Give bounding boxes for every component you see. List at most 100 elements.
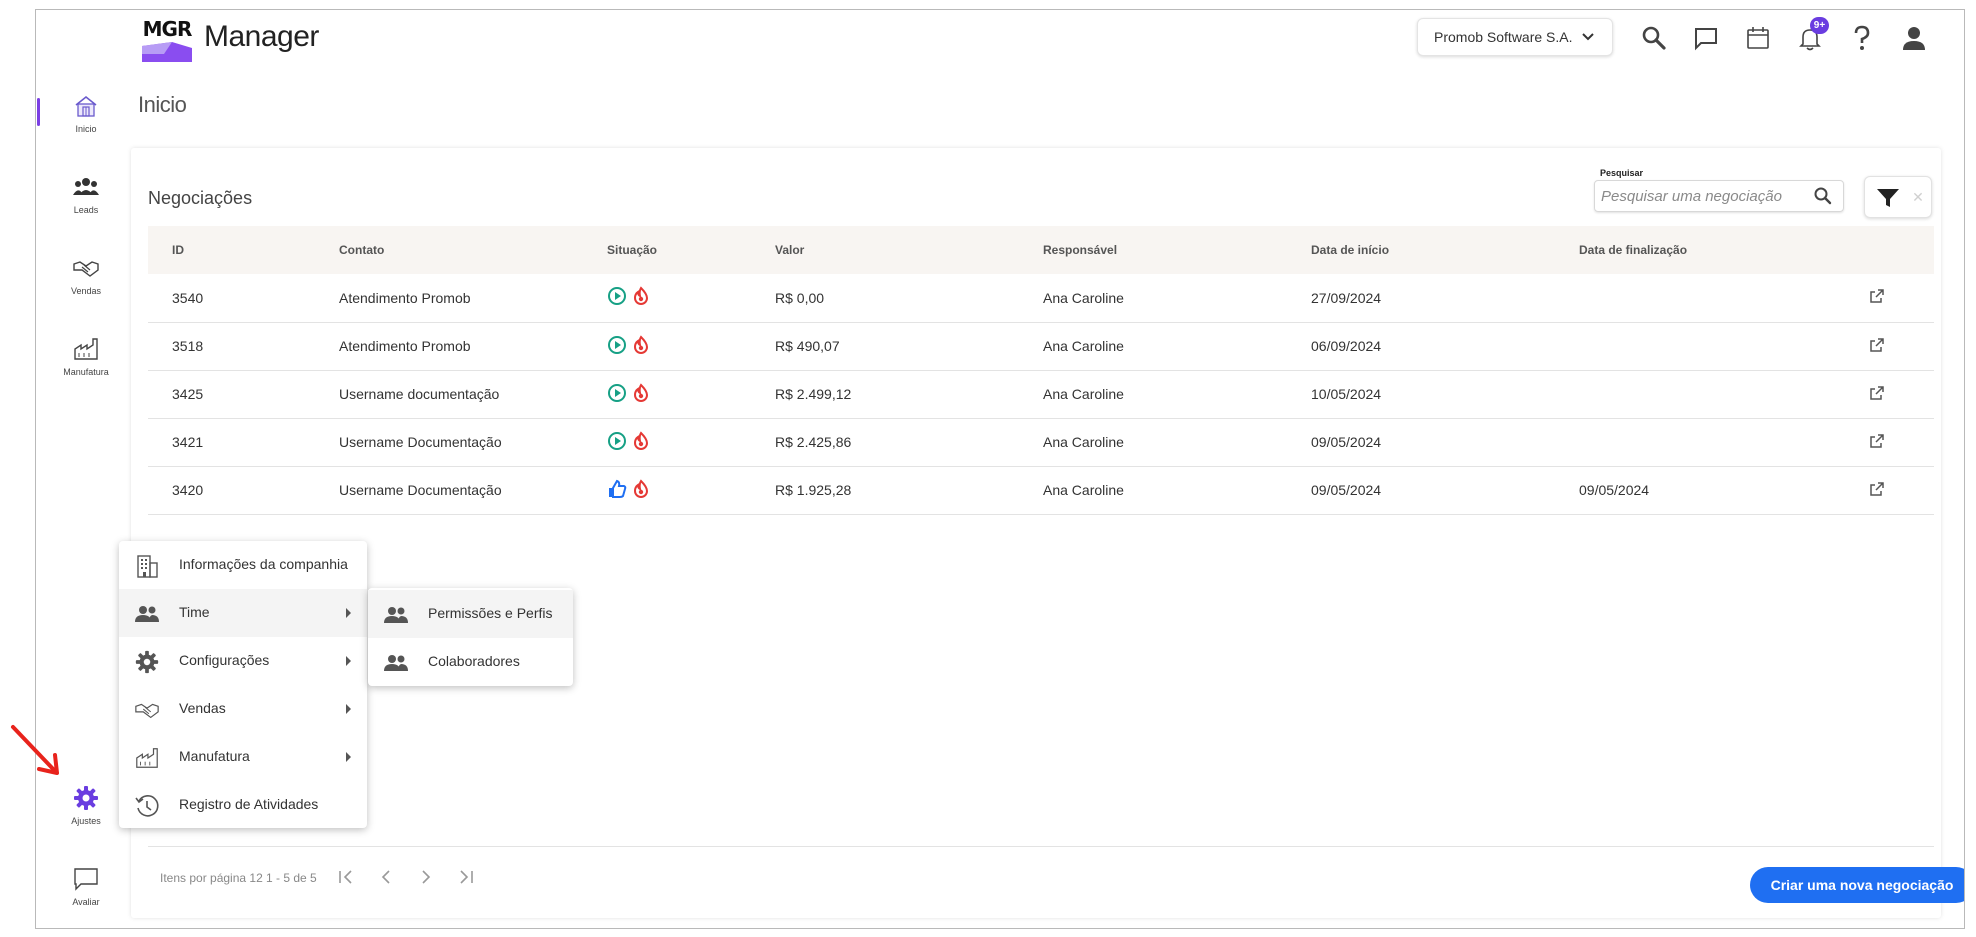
in-progress-icon [608,287,626,306]
cell-id: 3518 [148,322,315,371]
menu-item-vendas[interactable]: Vendas [119,685,367,733]
cell-data-finalizacao: 09/05/2024 [1555,466,1845,515]
cell-open [1845,418,1934,467]
search-icon[interactable] [1813,186,1833,206]
menu-item-label: Informações da companhia [179,556,348,572]
cell-responsavel: Ana Caroline [1019,274,1287,323]
cell-data-finalizacao [1555,274,1845,323]
sidebar-item-leads[interactable]: Leads [36,173,136,215]
table-row[interactable]: 3421 Username Documentação R$ 2.425,86 Ana … [148,418,1934,467]
calendar-icon[interactable] [1744,24,1772,52]
red-arrow-annotation [11,725,59,775]
filter-button[interactable]: ✕ [1864,176,1932,218]
search-icon[interactable] [1640,24,1668,52]
sidebar-item-vendas[interactable]: Vendas [36,254,136,296]
cell-data-inicio: 10/05/2024 [1287,370,1555,419]
submenu-item-permissoes[interactable]: Permissões e Perfis [368,590,573,638]
submenu-item-label: Colaboradores [428,653,520,669]
handshake-icon [73,261,99,277]
create-negotiation-button[interactable]: Criar uma nova negociação [1750,867,1964,903]
column-header[interactable]: Contato [315,226,583,274]
column-header[interactable]: Situação [583,226,751,274]
submenu-arrow-icon [346,656,351,666]
column-header[interactable]: Data de finalização [1555,226,1845,274]
cell-valor: R$ 1.925,28 [751,466,1019,515]
in-progress-icon [608,383,626,402]
menu-item-company-info[interactable]: Informações da companhia [119,541,367,589]
menu-item-label: Manufatura [179,748,250,764]
menu-item-time[interactable]: Time [119,589,367,637]
cell-id: 3421 [148,418,315,467]
app-title: Manager [204,20,319,53]
chat-icon[interactable] [1692,24,1720,52]
hot-lead-icon [633,430,649,450]
first-page-icon[interactable] [334,865,358,889]
previous-page-icon[interactable] [374,865,398,889]
footer-divider [148,846,1934,847]
menu-item-registro-atividades[interactable]: Registro de Atividades [119,781,367,829]
card-title: Negociações [148,188,253,208]
history-icon [135,795,159,817]
notification-badge: 9+ [1810,17,1829,34]
help-icon[interactable] [1848,24,1876,52]
hot-lead-icon [633,334,649,354]
app-logo: MGR [142,16,192,62]
cell-responsavel: Ana Caroline [1019,466,1287,515]
sidebar-item-manufatura[interactable]: Manufatura [36,335,136,377]
people-icon [135,606,159,622]
menu-item-label: Time [179,604,210,620]
people-icon [384,655,408,671]
column-header[interactable]: Valor [751,226,1019,274]
cell-situacao [583,370,751,419]
column-header[interactable]: Data de início [1287,226,1555,274]
chevron-down-icon [1581,33,1594,41]
cell-situacao [583,418,751,467]
sidebar-item-label: Avaliar [72,897,100,907]
company-name: Promob Software S.A. [1434,29,1573,45]
cell-contato: Username Documentação [315,418,583,467]
submenu-item-label: Permissões e Perfis [428,605,553,621]
column-header[interactable]: ID [148,226,315,274]
column-header[interactable]: Responsável [1019,226,1287,274]
open-external-icon[interactable] [1869,337,1885,353]
cell-open [1845,466,1934,515]
submenu-item-colaboradores[interactable]: Colaboradores [368,638,573,686]
table-row[interactable]: 3518 Atendimento Promob R$ 490,07 Ana Carol… [148,322,1934,371]
people-icon [73,178,99,195]
cell-situacao [583,322,751,371]
negociacoes-table: ID Contato Situação Valor Responsável Da… [148,226,1934,515]
search-input[interactable] [1601,185,1806,207]
sidebar-item-label: Inicio [75,124,97,134]
table-row[interactable]: 3540 Atendimento Promob R$ 0,00 Ana Carolin… [148,274,1934,323]
open-external-icon[interactable] [1869,385,1885,401]
table-row[interactable]: 3420 Username Documentação R$ 1.925,28 Ana … [148,466,1934,515]
logo-shape [142,42,192,62]
clear-filter-icon[interactable]: ✕ [1911,189,1925,205]
last-page-icon[interactable] [454,865,478,889]
open-external-icon[interactable] [1869,481,1885,497]
open-external-icon[interactable] [1869,288,1885,304]
table-row[interactable]: 3425 Username documentação R$ 2.499,12 Ana … [148,370,1934,419]
cell-responsavel: Ana Caroline [1019,370,1287,419]
menu-item-label: Registro de Atividades [179,796,319,812]
open-external-icon[interactable] [1869,433,1885,449]
cell-open [1845,370,1934,419]
cell-data-inicio: 09/05/2024 [1287,466,1555,515]
menu-item-configuracoes[interactable]: Configurações [119,637,367,685]
items-per-page[interactable]: Itens por página 12 [160,871,263,885]
sidebar-item-label: Manufatura [63,367,109,377]
gear-icon [135,650,159,674]
company-selector[interactable]: Promob Software S.A. [1417,18,1613,56]
settings-menu: Informações da companhia Time Configuraç… [119,541,367,828]
factory-icon [136,748,158,768]
menu-item-manufatura[interactable]: Manufatura [119,733,367,781]
submenu-arrow-icon [346,608,351,618]
page-title: Inicio [138,92,187,117]
next-page-icon[interactable] [414,865,438,889]
sidebar-item-inicio[interactable]: Inicio [36,92,136,134]
cell-data-inicio: 06/09/2024 [1287,322,1555,371]
hot-lead-icon [633,286,649,306]
sidebar-item-avaliar[interactable]: Avaliar [36,865,136,907]
cell-data-inicio: 27/09/2024 [1287,274,1555,323]
user-icon[interactable] [1900,24,1928,52]
